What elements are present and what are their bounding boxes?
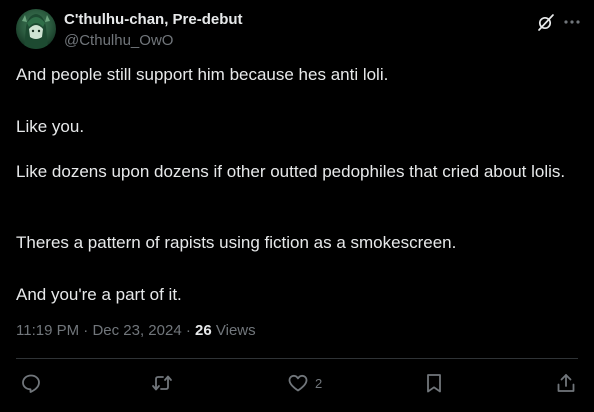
tweet-paragraph: And people still support him because hes… xyxy=(16,65,389,84)
avatar[interactable] xyxy=(16,9,56,49)
more-options-button[interactable] xyxy=(562,12,582,32)
author-display-name[interactable]: C'thulhu-chan, Pre-debut xyxy=(64,11,243,28)
bookmark-button[interactable] xyxy=(423,372,445,394)
tweet: C'thulhu-chan, Pre-debut @Cthulhu_OwO An… xyxy=(0,0,594,412)
tweet-paragraph: And you're a part of it. xyxy=(16,285,182,304)
divider xyxy=(16,358,578,359)
heart-icon xyxy=(288,374,308,392)
more-icon xyxy=(564,20,580,24)
tweet-meta: 11:19 PM · Dec 23, 2024 · 26 Views xyxy=(16,322,256,339)
post-time[interactable]: 11:19 PM xyxy=(16,322,79,339)
tweet-paragraph: Theres a pattern of rapists using fictio… xyxy=(16,233,457,252)
bookmark-icon xyxy=(427,374,441,393)
grok-icon xyxy=(538,14,554,31)
share-icon xyxy=(557,374,575,392)
views-label: Views xyxy=(215,322,256,339)
repost-icon xyxy=(152,375,172,391)
tweet-paragraph: Like dozens upon dozens if other outted … xyxy=(16,162,566,181)
like-count: 2 xyxy=(315,375,323,391)
tweet-paragraph: Like you. xyxy=(16,117,85,136)
reply-button[interactable] xyxy=(20,372,42,394)
reply-icon xyxy=(22,374,40,393)
views-count: 26 xyxy=(195,322,212,339)
post-date[interactable]: Dec 23, 2024 xyxy=(92,322,181,339)
meta-separator: · xyxy=(83,322,89,339)
repost-button[interactable] xyxy=(151,372,173,394)
grok-button[interactable] xyxy=(536,12,556,32)
author-handle[interactable]: @Cthulhu_OwO xyxy=(64,32,173,49)
meta-separator: · xyxy=(185,322,191,339)
like-button[interactable]: 2 xyxy=(287,372,322,394)
avatar-image xyxy=(22,14,50,49)
share-button[interactable] xyxy=(555,372,577,394)
